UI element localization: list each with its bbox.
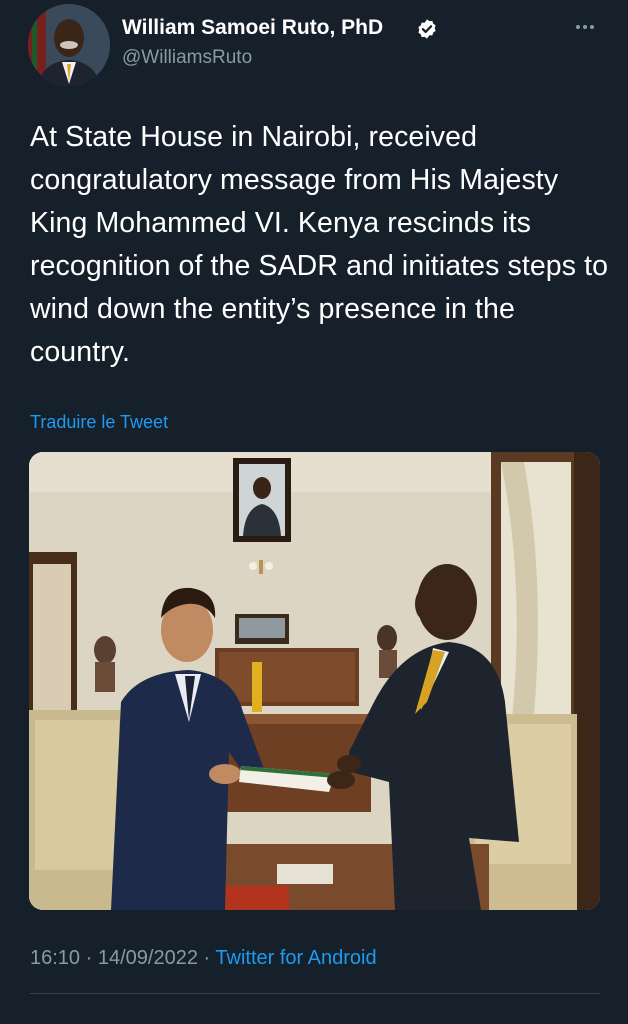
avatar-image bbox=[28, 4, 110, 86]
author-handle[interactable]: @WilliamsRuto bbox=[122, 47, 252, 69]
author-name[interactable]: William Samoei Ruto, PhD bbox=[122, 16, 383, 40]
tweet-time: 16:10 bbox=[30, 947, 81, 969]
tweet-detail: William Samoei Ruto, PhD @WilliamsRuto A… bbox=[0, 0, 628, 1024]
tweet-meta: 16:10 · 14/09/2022 · Twitter for Android bbox=[30, 947, 377, 970]
photo-image bbox=[29, 452, 600, 910]
tweet-date: 14/09/2022 bbox=[97, 947, 198, 969]
meta-separator: · bbox=[203, 947, 211, 969]
verified-badge-icon bbox=[418, 19, 436, 39]
tweet-text: At State House in Nairobi, received cong… bbox=[30, 121, 609, 368]
avatar[interactable] bbox=[28, 4, 110, 86]
meta-separator: · bbox=[85, 947, 93, 969]
divider bbox=[30, 993, 600, 994]
tweet-photo[interactable] bbox=[29, 452, 600, 910]
more-horizontal-icon[interactable] bbox=[572, 14, 598, 40]
translate-tweet-link[interactable]: Traduire le Tweet bbox=[30, 412, 168, 433]
tweet-source-link[interactable]: Twitter for Android bbox=[215, 947, 376, 969]
